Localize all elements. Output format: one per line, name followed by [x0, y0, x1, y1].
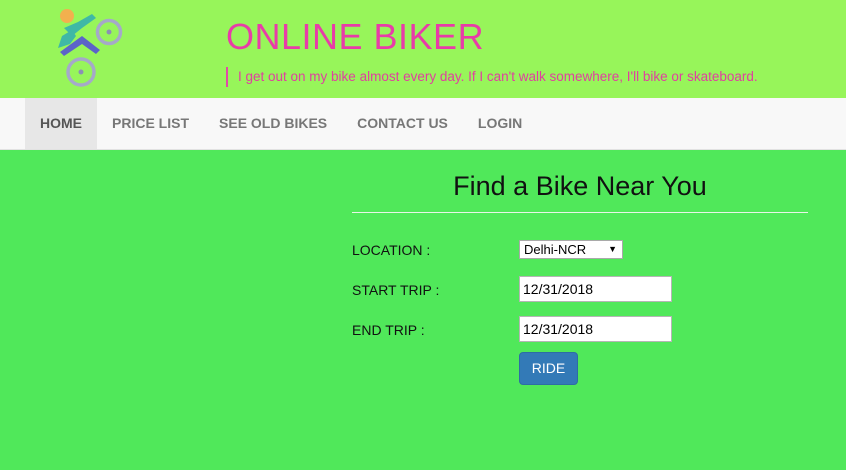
start-trip-input[interactable]: 12/31/2018 [519, 276, 672, 302]
ride-button[interactable]: RIDE [519, 352, 578, 385]
nav-item-home[interactable]: HOME [25, 98, 97, 149]
bicycle-rider-icon [58, 9, 123, 87]
form-title: Find a Bike Near You [453, 171, 707, 201]
nav-item-login[interactable]: LOGIN [463, 98, 537, 149]
form-divider [352, 212, 808, 213]
nav-item-price-list[interactable]: PRICE LIST [97, 98, 204, 149]
site-title: ONLINE BIKER [226, 16, 485, 57]
site-tagline: I get out on my bike almost every day. I… [226, 67, 758, 87]
nav-menu: HOME PRICE LIST SEE OLD BIKES CONTACT US… [25, 98, 537, 149]
location-select[interactable]: Delhi-NCR ▼ [519, 240, 623, 259]
location-label: LOCATION : [352, 242, 431, 258]
nav-item-see-old-bikes[interactable]: SEE OLD BIKES [204, 98, 342, 149]
start-trip-label: START TRIP : [352, 282, 440, 298]
site-header: ONLINE BIKER I get out on my bike almost… [0, 0, 846, 98]
location-selected-value: Delhi-NCR [524, 242, 587, 257]
main-navbar: HOME PRICE LIST SEE OLD BIKES CONTACT US… [0, 98, 846, 150]
chevron-down-icon: ▼ [608, 244, 617, 254]
find-bike-form: Find a Bike Near You LOCATION : Delhi-NC… [352, 168, 808, 385]
end-trip-input[interactable]: 12/31/2018 [519, 316, 672, 342]
nav-item-contact-us[interactable]: CONTACT US [342, 98, 463, 149]
end-trip-label: END TRIP : [352, 322, 425, 338]
